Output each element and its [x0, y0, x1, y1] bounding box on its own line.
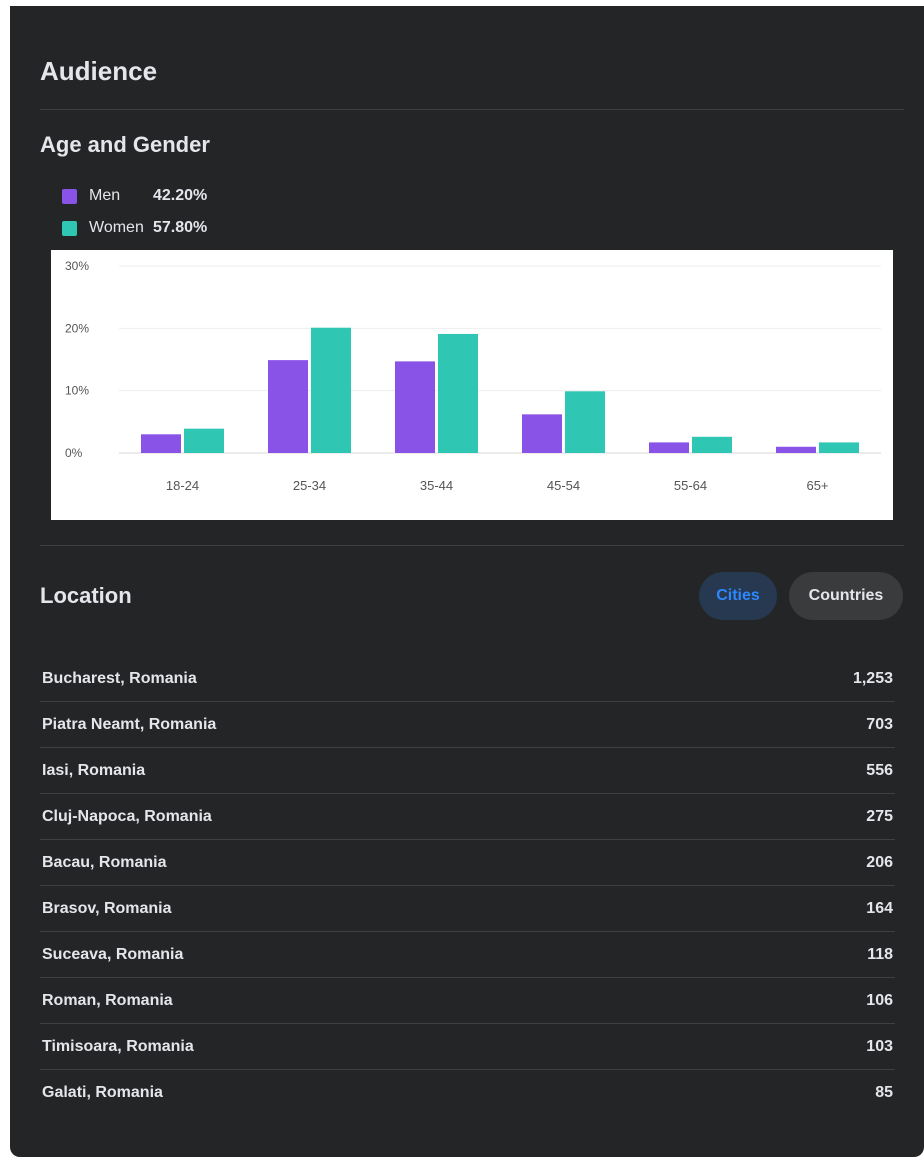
list-item: Suceava, Romania 118 — [40, 932, 895, 978]
location-name: Timisoara, Romania — [42, 1037, 194, 1055]
x-tick-label: 55-64 — [674, 478, 707, 493]
list-item: Piatra Neamt, Romania 703 — [40, 702, 895, 748]
location-name: Brasov, Romania — [42, 899, 172, 917]
y-tick-label: 30% — [65, 259, 89, 273]
audience-panel: Audience Age and Gender Men 42.20% Women… — [10, 6, 924, 1157]
location-count: 275 — [866, 807, 893, 825]
bar-men-55-64[interactable] — [649, 442, 689, 453]
location-list: Bucharest, Romania 1,253 Piatra Neamt, Rom… — [40, 656, 895, 1116]
x-tick-label: 18-24 — [166, 478, 199, 493]
bar-women-25-34[interactable] — [311, 327, 351, 453]
location-count: 206 — [866, 853, 893, 871]
tab-cities[interactable]: Cities — [699, 572, 777, 620]
list-item: Roman, Romania 106 — [40, 978, 895, 1024]
location-name: Bacau, Romania — [42, 853, 167, 871]
page-title: Audience — [40, 56, 158, 86]
legend-swatch-men — [62, 188, 77, 204]
list-item: Timisoara, Romania 103 — [40, 1024, 895, 1070]
location-count: 1,253 — [852, 669, 893, 687]
location-count: 556 — [866, 761, 893, 779]
legend-item-women: Women 57.80% — [62, 218, 207, 238]
bar-men-18-24[interactable] — [141, 434, 181, 453]
location-count: 103 — [866, 1037, 893, 1055]
bar-women-45-54[interactable] — [565, 391, 605, 453]
bar-women-18-24[interactable] — [184, 428, 224, 453]
bar-men-35-44[interactable] — [395, 361, 435, 453]
legend-value: 42.20% — [153, 187, 208, 204]
bar-women-65+[interactable] — [819, 442, 859, 453]
age-gender-chart: 0% 10% 20% 30% 18-24 25-34 35-44 45-54 55-64 65+ — [51, 250, 893, 520]
list-item: Brasov, Romania 164 — [40, 886, 895, 932]
x-tick-label: 65+ — [806, 478, 828, 493]
legend-swatch-women — [62, 220, 77, 236]
list-item: Iasi, Romania 556 — [40, 748, 895, 794]
x-tick-label: 35-44 — [420, 478, 453, 493]
legend-label: Women — [89, 219, 144, 236]
legend-label: Men — [89, 187, 121, 204]
section-title-age-gender: Age and Gender — [40, 132, 210, 157]
bar-men-45-54[interactable] — [522, 414, 562, 453]
location-count: 118 — [867, 945, 893, 963]
y-tick-label: 0% — [65, 446, 83, 460]
location-name: Iasi, Romania — [42, 761, 146, 779]
location-name: Roman, Romania — [42, 991, 173, 1009]
x-tick-label: 45-54 — [547, 478, 580, 493]
bar-women-35-44[interactable] — [438, 333, 478, 453]
location-count: 85 — [875, 1084, 893, 1101]
chart-svg: 0% 10% 20% 30% 18-24 25-34 35-44 45-54 55-64 65+ — [65, 259, 881, 493]
list-item: Bucharest, Romania 1,253 — [40, 656, 895, 702]
location-name: Suceava, Romania — [42, 945, 184, 963]
divider — [40, 545, 904, 546]
y-tick-label: 20% — [65, 321, 89, 335]
list-item: Cluj-Napoca, Romania 275 — [40, 794, 895, 840]
tab-countries[interactable]: Countries — [789, 572, 903, 620]
location-name: Bucharest, Romania — [42, 669, 197, 687]
location-name: Piatra Neamt, Romania — [42, 715, 217, 733]
location-name: Cluj-Napoca, Romania — [42, 807, 212, 825]
x-tick-label: 25-34 — [293, 478, 326, 493]
location-count: 106 — [866, 991, 893, 1009]
location-name: Galati, Romania — [42, 1084, 163, 1101]
bar-men-65+[interactable] — [776, 446, 816, 453]
section-title-location: Location — [40, 583, 132, 608]
y-tick-label: 10% — [65, 384, 89, 398]
bar-women-55-64[interactable] — [692, 436, 732, 453]
divider — [40, 109, 904, 110]
location-count: 164 — [866, 899, 893, 917]
legend-value: 57.80% — [153, 219, 208, 236]
bar-men-25-34[interactable] — [268, 360, 308, 453]
location-count: 703 — [866, 715, 893, 733]
list-item: Bacau, Romania 206 — [40, 840, 895, 886]
list-item: Galati, Romania 85 — [40, 1070, 895, 1116]
legend-item-men: Men 42.20% — [62, 186, 207, 206]
